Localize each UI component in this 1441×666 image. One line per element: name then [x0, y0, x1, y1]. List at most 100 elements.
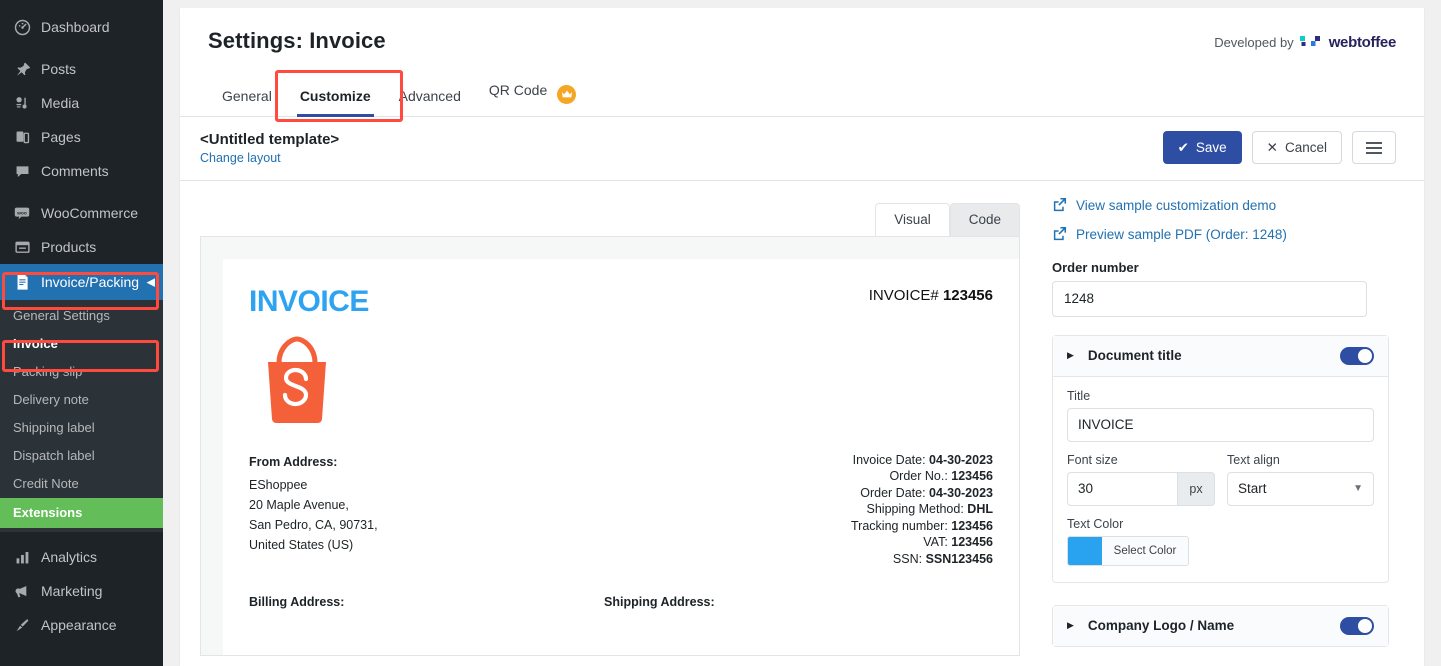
change-layout-link[interactable]: Change layout — [200, 151, 339, 165]
sidebar-item-media[interactable]: Media — [0, 86, 163, 120]
panel-header-left: ▶ Company Logo / Name — [1067, 618, 1234, 633]
meta-row: VAT: 123456 — [851, 534, 993, 551]
meta-value: 04-30-2023 — [929, 452, 993, 467]
select-color-button[interactable]: Select Color — [1067, 535, 1189, 566]
panel-title: Company Logo / Name — [1087, 618, 1235, 633]
sidebar-item-label: Invoice/Packing — [41, 274, 140, 290]
tab-general[interactable]: General — [208, 78, 286, 116]
text-align-label: Text align — [1227, 452, 1280, 467]
svg-text:woo: woo — [16, 211, 27, 216]
sidebar-item-label: Posts — [41, 61, 77, 77]
page-header: Settings: Invoice Developed by webtoffee — [180, 8, 1424, 54]
check-icon: ✔ — [1177, 139, 1189, 155]
sidebar-item-analytics[interactable]: Analytics — [0, 540, 163, 574]
sidebar-item-dashboard[interactable]: Dashboard — [0, 10, 163, 44]
media-icon — [12, 93, 32, 113]
from-address-block: From Address: EShoppee 20 Maple Avenue, … — [249, 452, 378, 568]
settings-column: View sample customization demo Preview s… — [1040, 181, 1395, 656]
preview-sample-pdf-link[interactable]: Preview sample PDF (Order: 1248) — [1052, 226, 1395, 244]
invoice-meta-block: Invoice Date: 04-30-2023 Order No.: 1234… — [851, 452, 993, 568]
tab-visual[interactable]: Visual — [875, 202, 950, 236]
document-title-toggle[interactable] — [1340, 346, 1374, 365]
font-size-unit: px — [1177, 471, 1215, 506]
products-icon — [12, 237, 32, 257]
submenu-item-delivery-note[interactable]: Delivery note — [0, 386, 163, 414]
triangle-right-icon[interactable]: ▶ — [1067, 620, 1074, 631]
invoice-number-label: INVOICE# — [868, 286, 939, 304]
sidebar-item-appearance[interactable]: Appearance — [0, 608, 163, 642]
external-link-icon — [1052, 197, 1067, 215]
tab-customize[interactable]: Customize — [286, 78, 385, 117]
view-sample-demo-link[interactable]: View sample customization demo — [1052, 197, 1395, 215]
submenu-item-general-settings[interactable]: General Settings — [0, 302, 163, 330]
company-logo-panel-header[interactable]: ▶ Company Logo / Name — [1053, 605, 1388, 646]
webtoffee-wordmark: webtoffee — [1328, 34, 1397, 51]
developed-by: Developed by webtoffee — [1214, 34, 1396, 51]
template-name: <Untitled template> — [200, 130, 340, 148]
font-size-field: Font size 30 px — [1067, 453, 1215, 506]
billing-address-heading: Billing Address: — [249, 595, 345, 609]
tab-label: Advanced — [398, 87, 461, 104]
tab-qr-code[interactable]: QR Code — [475, 72, 590, 116]
meta-label: Invoice Date: — [852, 452, 926, 467]
meta-row: SSN: SSN123456 — [851, 551, 993, 568]
sidebar-item-label: Products — [41, 239, 97, 255]
tab-advanced[interactable]: Advanced — [385, 78, 475, 116]
title-input[interactable]: INVOICE — [1067, 407, 1374, 442]
sidebar-item-label: Media — [41, 95, 80, 111]
tab-label: Visual — [894, 211, 931, 227]
document-title-panel-header[interactable]: ▶ Document title — [1053, 335, 1388, 377]
font-size-input[interactable]: 30 — [1067, 471, 1177, 506]
submenu-item-dispatch-label[interactable]: Dispatch label — [0, 442, 163, 470]
sidebar-item-posts[interactable]: Posts — [0, 52, 163, 86]
sidebar-item-label: Appearance — [41, 617, 117, 633]
sidebar-item-comments[interactable]: Comments — [0, 154, 163, 188]
triangle-right-icon[interactable]: ▶ — [1067, 350, 1074, 361]
company-logo — [249, 333, 993, 430]
sidebar-item-pages[interactable]: Pages — [0, 120, 163, 154]
text-align-select[interactable]: Start ▼ — [1227, 471, 1374, 506]
submenu-item-invoice[interactable]: Invoice — [0, 330, 163, 358]
from-address-heading: From Address: — [249, 454, 338, 469]
submenu-item-shipping-label[interactable]: Shipping label — [0, 414, 163, 442]
invoice-number-value: 123456 — [942, 286, 993, 304]
sidebar-item-woocommerce[interactable]: woo WooCommerce — [0, 196, 163, 230]
font-align-row: Font size 30 px Text align Start ▼ — [1067, 453, 1374, 506]
cancel-button[interactable]: ✕ Cancel — [1251, 131, 1342, 164]
title-field-label: Title — [1067, 388, 1091, 403]
sidebar-item-products[interactable]: Products — [0, 230, 163, 264]
save-button[interactable]: ✔ Save — [1162, 131, 1242, 164]
submenu-item-packing-slip[interactable]: Packing slip — [0, 358, 163, 386]
settings-card: Settings: Invoice Developed by webtoffee — [180, 8, 1424, 666]
dashboard-icon — [12, 17, 32, 37]
invoice-submenu: General Settings Invoice Packing slip De… — [0, 300, 163, 532]
invoice-number-row: INVOICE# 123456 — [869, 287, 993, 304]
more-menu-button[interactable] — [1352, 131, 1396, 164]
chevron-left-icon[interactable]: ◀ — [147, 276, 155, 289]
preview-column: Visual Code INVOICE INVOICE# 123456 From… — [180, 181, 1040, 656]
meta-value: DHL — [967, 502, 993, 516]
pages-icon — [12, 127, 32, 147]
order-number-input[interactable]: 1248 — [1052, 280, 1367, 317]
sidebar-item-invoice-packing[interactable]: Invoice/Packing ◀ — [0, 264, 163, 300]
tab-label: QR Code — [488, 82, 548, 98]
submenu-item-extensions[interactable]: Extensions — [0, 498, 163, 528]
tab-code[interactable]: Code — [949, 202, 1020, 236]
color-swatch — [1068, 536, 1102, 565]
editor-mode-tabs: Visual Code — [200, 181, 1040, 236]
meta-value: SSN123456 — [925, 551, 993, 566]
crown-icon — [557, 84, 577, 104]
invoice-header-row: INVOICE INVOICE# 123456 — [249, 286, 993, 317]
text-color-label: Text Color — [1067, 516, 1124, 531]
analytics-icon — [12, 547, 32, 567]
meta-label: Order No.: — [889, 469, 948, 483]
close-icon: ✕ — [1266, 139, 1278, 155]
webtoffee-mark-icon — [1299, 35, 1326, 51]
sidebar-item-marketing[interactable]: Marketing — [0, 574, 163, 608]
external-link-icon — [1052, 226, 1067, 244]
company-logo-toggle[interactable] — [1340, 616, 1374, 635]
template-actions: ✔ Save ✕ Cancel — [1162, 131, 1396, 164]
comments-icon — [12, 161, 32, 181]
submenu-item-credit-note[interactable]: Credit Note — [0, 470, 163, 498]
shipping-address-heading: Shipping Address: — [604, 595, 715, 609]
